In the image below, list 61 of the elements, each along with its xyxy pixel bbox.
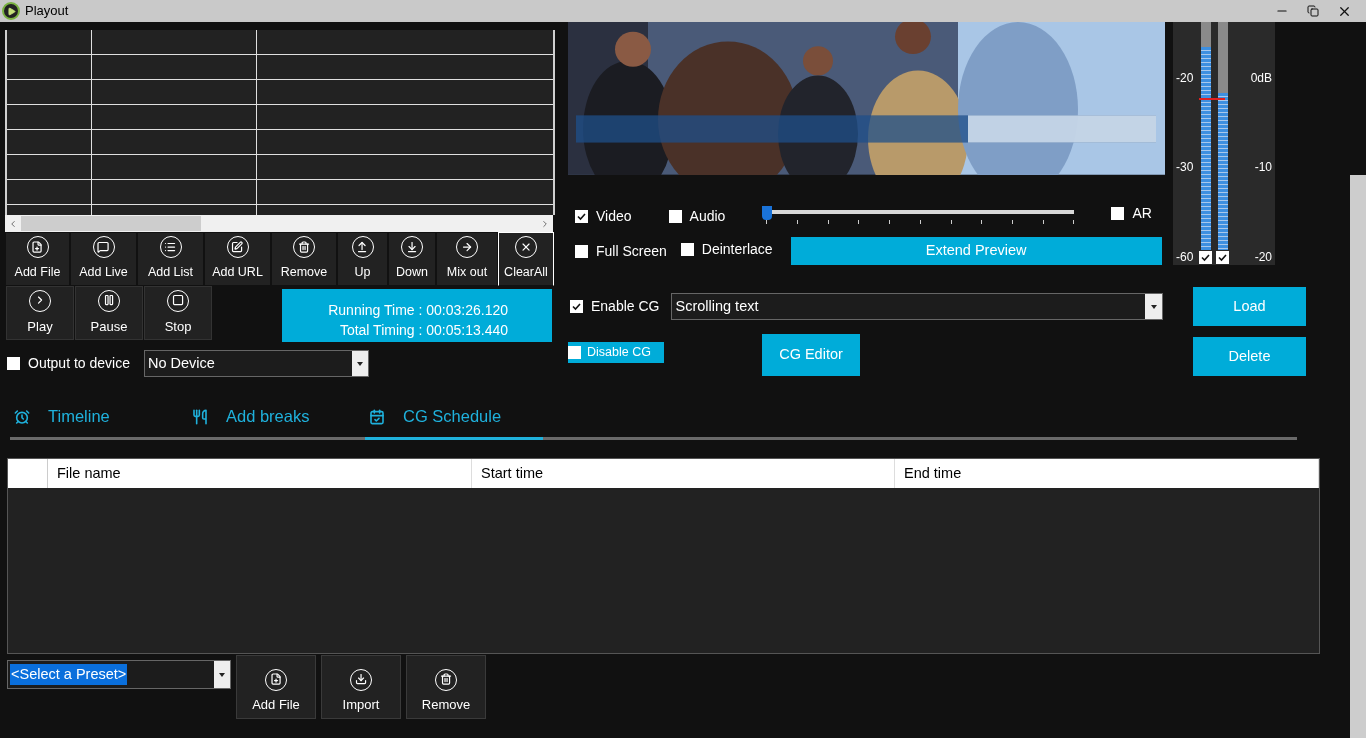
toolbar-button[interactable]: ClearAll <box>498 232 554 286</box>
fork-knife-icon <box>192 408 208 425</box>
checkbox[interactable] <box>1216 251 1229 264</box>
column-header[interactable]: Start time <box>472 459 895 488</box>
schedule-button[interactable]: Add File <box>236 655 316 719</box>
toolbar-button[interactable]: Add URL <box>204 232 271 286</box>
checkbox-label: AR <box>1132 203 1152 223</box>
meter-scale-label: 0dB <box>1250 71 1272 85</box>
checkbox[interactable] <box>680 243 694 256</box>
checkbox[interactable] <box>568 346 581 359</box>
checkbox[interactable] <box>1199 251 1212 264</box>
checkbox[interactable] <box>575 209 588 223</box>
volume-slider[interactable] <box>762 205 1075 226</box>
horizontal-scrollbar[interactable] <box>5 215 553 232</box>
toolbar-button[interactable]: Add Live <box>70 232 137 286</box>
tab[interactable]: CG Schedule <box>365 396 543 440</box>
meter-scale-label: -10 <box>1254 160 1272 174</box>
checkbox[interactable] <box>668 209 682 223</box>
scroll-left-icon[interactable] <box>8 218 18 229</box>
column-header[interactable]: File name <box>48 459 472 488</box>
slider-thumb[interactable] <box>762 205 773 220</box>
checkbox-label: Enable CG <box>591 297 660 316</box>
schedule-button[interactable]: Remove <box>406 655 486 719</box>
toolbar-button[interactable]: Down <box>388 232 436 286</box>
transport-button[interactable]: Pause <box>75 286 143 340</box>
preset-dropdown[interactable]: <Select a Preset> <box>7 660 231 689</box>
transport-button[interactable]: Stop <box>144 286 212 340</box>
meter-scale-label: -30 <box>1176 160 1194 174</box>
checkbox[interactable] <box>1111 206 1125 220</box>
template-dropdown[interactable]: Scrolling text <box>671 293 1164 320</box>
checkbox[interactable] <box>7 357 20 370</box>
toolbar-button[interactable]: Add File <box>5 232 70 286</box>
alarm-clock-icon <box>14 408 30 425</box>
checkbox[interactable] <box>570 300 583 313</box>
checkbox-label: Output to device <box>28 354 130 373</box>
toolbar-button[interactable]: Add List <box>137 232 204 286</box>
scroll-right-icon[interactable] <box>540 218 550 229</box>
window-title: Playout <box>25 2 69 21</box>
toolbar-button[interactable]: Up <box>337 232 388 286</box>
running-time: Running Time : 00:03:26.120 <box>328 301 508 320</box>
schedule-button[interactable]: Import <box>321 655 401 719</box>
toolbar-button[interactable]: Mix out <box>436 232 498 286</box>
checkbox-label: Full Screen <box>596 241 667 261</box>
meter-scale-label: -60 <box>1176 250 1194 264</box>
tab[interactable]: Timeline <box>10 396 188 440</box>
checkbox-label: Audio <box>689 206 726 226</box>
tab[interactable]: Add breaks <box>188 396 365 440</box>
device-dropdown[interactable]: No Device <box>143 350 369 377</box>
meter-scale-label: -20 <box>1254 250 1272 264</box>
column-header[interactable]: End time <box>895 459 1319 488</box>
app-logo-icon <box>2 2 20 20</box>
calendar-check-icon <box>369 408 385 425</box>
toolbar-button[interactable]: Remove <box>271 232 337 286</box>
total-timing: Total Timing : 00:05:13.440 <box>339 321 508 340</box>
checkbox[interactable] <box>575 244 588 258</box>
meter-scale-label: -20 <box>1176 71 1194 85</box>
checkbox-label: Video <box>596 206 632 226</box>
peak-marker <box>1199 98 1225 100</box>
restore-icon[interactable] <box>1307 5 1319 17</box>
checkbox-label: Deinterlace <box>701 240 773 259</box>
transport-button[interactable]: Play <box>6 286 74 340</box>
